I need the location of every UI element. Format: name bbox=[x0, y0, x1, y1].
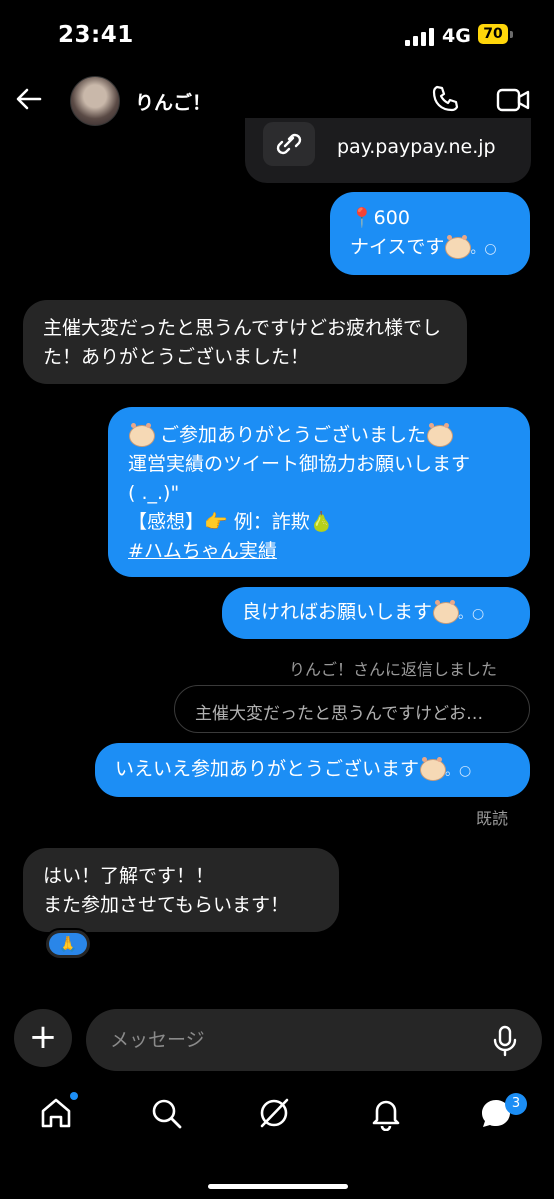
outgoing-message[interactable]: ご参加ありがとうございました 運営実績のツイート御協力お願いします ( ._.)… bbox=[108, 407, 530, 577]
message-reaction[interactable]: 🙏 bbox=[44, 928, 92, 960]
hamster-emoji-icon bbox=[419, 756, 447, 781]
message-line: 【感想】👉 例：詐欺🍐 bbox=[128, 511, 334, 533]
messages-badge: 3 bbox=[505, 1093, 527, 1115]
message-line: ( ._.)" bbox=[128, 482, 180, 504]
network-type: 4G bbox=[442, 25, 471, 47]
contact-name[interactable]: りんご！ bbox=[135, 88, 211, 115]
notifications-bell-icon[interactable] bbox=[368, 1095, 404, 1131]
incoming-message[interactable]: 主催大変だったと思うんですけどお疲れ様でした！ありがとうございました！ bbox=[23, 300, 467, 384]
decoration-text: 。○ bbox=[470, 241, 497, 257]
hamster-emoji-icon bbox=[128, 422, 155, 447]
contact-avatar[interactable] bbox=[70, 76, 120, 126]
signal-icon bbox=[405, 28, 435, 46]
add-attachment-button[interactable]: + bbox=[14, 1009, 72, 1067]
search-icon[interactable] bbox=[148, 1095, 184, 1131]
back-arrow-icon[interactable] bbox=[14, 84, 44, 114]
home-notification-dot bbox=[70, 1092, 78, 1100]
message-line: 運営実績のツイート御協力お願いします bbox=[128, 453, 471, 475]
message-line: ご参加ありがとうございました bbox=[128, 421, 510, 450]
hamster-emoji-icon bbox=[426, 422, 454, 447]
outgoing-message[interactable]: いえいえ参加ありがとうございます 。○ bbox=[95, 743, 530, 797]
read-receipt: 既読 bbox=[476, 809, 509, 828]
reply-note: りんご！さんに返信しました bbox=[289, 660, 498, 679]
message-line: ナイスです 。○ bbox=[350, 233, 510, 264]
battery-tip bbox=[510, 31, 513, 38]
bottom-tab-bar bbox=[0, 1085, 554, 1145]
home-indicator bbox=[208, 1184, 348, 1189]
message-composer: + bbox=[0, 1005, 554, 1075]
microphone-icon[interactable] bbox=[492, 1025, 518, 1057]
decoration-text: 。○ bbox=[445, 763, 472, 779]
hamster-emoji-icon bbox=[444, 234, 472, 259]
battery-icon: 70 bbox=[478, 24, 508, 44]
message-text: ご参加ありがとうございました bbox=[160, 424, 427, 446]
hamster-emoji-icon bbox=[432, 599, 460, 624]
link-icon bbox=[263, 122, 315, 166]
outgoing-message[interactable]: 良ければお願いします 。○ bbox=[222, 587, 530, 639]
incoming-message[interactable]: はい！了解です！！ また参加させてもらいます！ bbox=[23, 848, 339, 932]
pray-emoji-icon: 🙏 bbox=[49, 933, 87, 955]
message-text: ナイスです bbox=[350, 236, 445, 258]
message-line: 📍600 bbox=[350, 207, 410, 229]
reply-quote[interactable]: 主催大変だったと思うんですけどお… bbox=[174, 685, 530, 733]
explore-icon[interactable] bbox=[256, 1095, 292, 1131]
hashtag-link[interactable]: #ハムちゃん実績 bbox=[128, 537, 510, 566]
status-bar: 23:41 4G 70 bbox=[0, 0, 554, 72]
video-call-icon[interactable] bbox=[496, 86, 530, 114]
link-url: pay.paypay.ne.jp bbox=[337, 136, 496, 158]
home-icon[interactable] bbox=[38, 1095, 74, 1131]
phone-call-icon[interactable] bbox=[430, 84, 460, 114]
outgoing-message[interactable]: 📍600 ナイスです 。○ bbox=[330, 192, 530, 275]
decoration-text: 。○ bbox=[458, 606, 485, 622]
message-text: いえいえ参加ありがとうございます bbox=[115, 758, 420, 780]
message-input[interactable] bbox=[86, 1009, 542, 1071]
link-preview-card[interactable]: pay.paypay.ne.jp bbox=[245, 118, 531, 183]
message-text: 良ければお願いします bbox=[242, 601, 433, 623]
status-time: 23:41 bbox=[58, 22, 134, 48]
